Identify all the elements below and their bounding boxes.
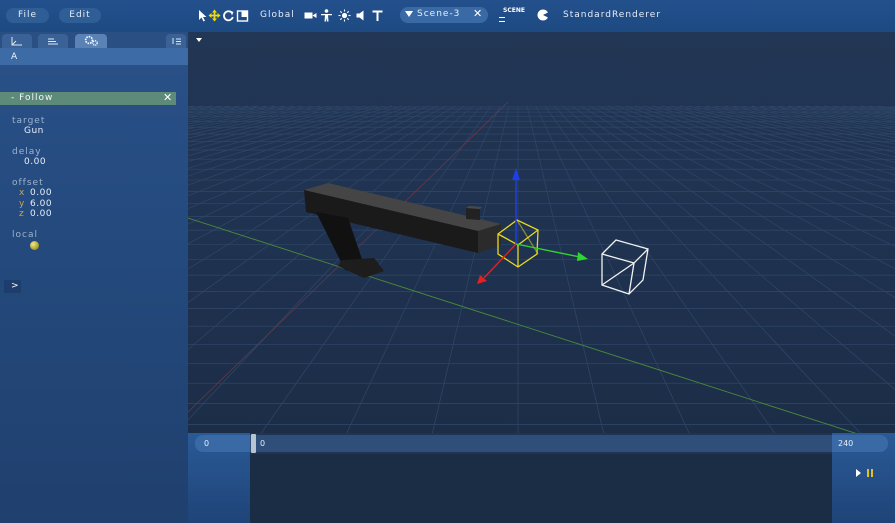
close-icon[interactable]: ✕ (473, 7, 482, 20)
tab-list[interactable] (38, 34, 68, 48)
scene-graph-icon[interactable]: SCENE (498, 6, 526, 24)
top-toolbar: File Edit Global Scene-3 ✕ SCENE Standar… (0, 0, 895, 32)
scene-viewport[interactable] (188, 32, 895, 433)
timeline-start-field[interactable]: 0 (195, 435, 250, 452)
delay-field[interactable]: 0.00 (24, 157, 46, 167)
entity-name-bar[interactable]: A (0, 48, 188, 65)
rotate-icon[interactable] (222, 8, 235, 23)
offset-z-field[interactable]: 0.00 (30, 209, 52, 219)
viewport-menu-icon[interactable] (196, 38, 202, 42)
tab-components[interactable] (75, 34, 107, 48)
panel-tabs (0, 32, 188, 48)
figure-icon[interactable] (320, 8, 333, 23)
component-title: - Follow (11, 93, 54, 103)
timeline-keyframe-area[interactable] (250, 454, 832, 523)
timeline-track[interactable] (250, 435, 832, 452)
offset-y-field[interactable]: 6.00 (30, 199, 52, 209)
offset-label: offset (12, 178, 44, 188)
menu-icon (172, 38, 181, 45)
gears-icon (84, 35, 98, 46)
coordinate-space-toggle[interactable]: Global (260, 10, 295, 20)
edit-menu-button[interactable]: Edit (59, 8, 101, 23)
scale-icon[interactable] (236, 8, 249, 23)
offset-y-label: y (19, 199, 25, 209)
tab-menu[interactable] (166, 34, 186, 48)
local-label: local (12, 230, 38, 240)
file-menu-button[interactable]: File (6, 8, 49, 23)
delay-label: delay (12, 147, 42, 157)
target-label: target (12, 116, 46, 126)
pause-icon[interactable] (867, 469, 873, 477)
text-icon[interactable] (371, 8, 384, 23)
inspector-panel: A - Follow ✕ target Gun delay 0.00 offse… (0, 32, 188, 523)
sound-icon[interactable] (355, 8, 368, 23)
entity-name: A (11, 52, 18, 62)
expand-button[interactable]: > (4, 280, 21, 293)
light-icon[interactable] (338, 8, 351, 23)
scene-tab[interactable]: Scene-3 ✕ (400, 7, 488, 23)
viewport-canvas (188, 32, 895, 433)
axes-icon (11, 37, 22, 46)
offset-x-label: x (19, 188, 25, 198)
timeline-current-frame: 0 (260, 439, 266, 448)
local-toggle[interactable] (30, 241, 39, 250)
camera-icon[interactable] (304, 8, 317, 23)
move-icon[interactable] (208, 8, 221, 23)
tab-axes[interactable] (2, 34, 32, 48)
timeline-scrubber[interactable] (251, 434, 256, 453)
renderer-selector[interactable]: StandardRenderer (563, 10, 661, 20)
timeline-panel: 0 0 240 (188, 433, 895, 523)
renderer-icon[interactable] (537, 9, 549, 21)
offset-x-field[interactable]: 0.00 (30, 188, 52, 198)
chevron-down-icon[interactable] (405, 11, 413, 17)
timeline-end-field[interactable]: 240 (832, 435, 888, 452)
close-icon[interactable]: ✕ (163, 91, 172, 104)
list-icon (48, 38, 58, 45)
scene-tab-label: Scene-3 (417, 9, 461, 19)
offset-z-label: z (19, 209, 24, 219)
play-icon[interactable] (856, 469, 861, 477)
component-header[interactable]: - Follow ✕ (0, 91, 176, 105)
target-field[interactable]: Gun (24, 126, 44, 136)
